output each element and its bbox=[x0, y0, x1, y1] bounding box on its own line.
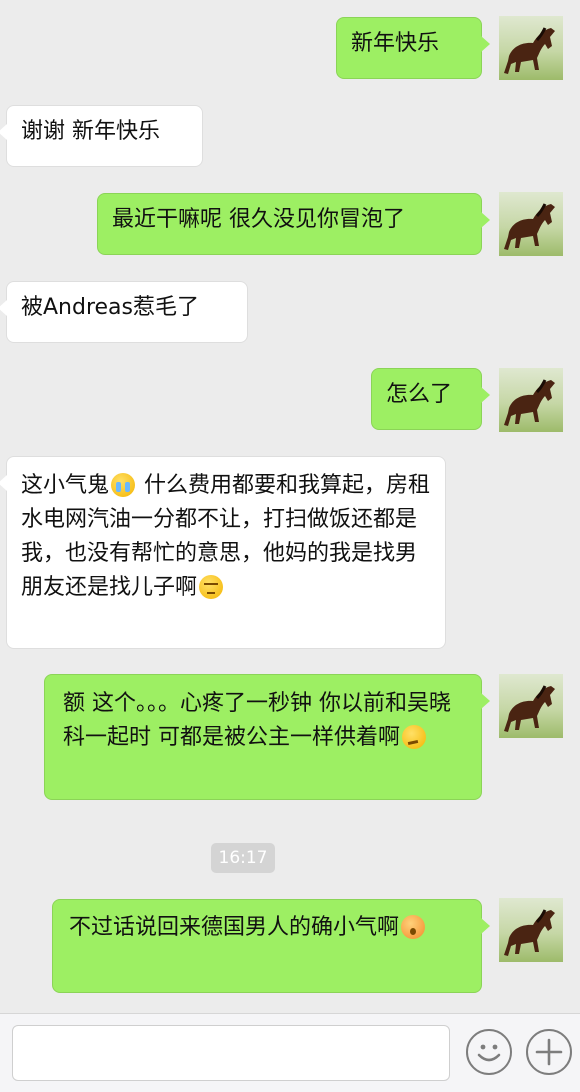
message-text: 怎么了 bbox=[386, 382, 453, 407]
message-text: 额 这个。。。心疼了一秒钟 你以前和吴晓科一起时 可都是被公主一样供着啊 bbox=[63, 691, 451, 750]
message-bubble-received[interactable]: 这小气鬼 什么费用都要和我算起，房租水电网汽油一分都不让，打扫做饭还都是我，也没… bbox=[0, 456, 446, 649]
message-bubble-sent[interactable]: 新年快乐 bbox=[336, 17, 490, 79]
message-input-bar bbox=[0, 1013, 580, 1092]
message-text: 最近干嘛呢 很久没见你冒泡了 bbox=[112, 207, 405, 232]
crying-face-icon bbox=[111, 473, 136, 497]
message-input[interactable] bbox=[12, 1025, 450, 1081]
smiley-icon bbox=[477, 1044, 501, 1062]
thinking-face-icon bbox=[402, 725, 426, 749]
avatar[interactable] bbox=[499, 898, 563, 962]
horse-avatar-icon bbox=[504, 685, 555, 732]
emoji-button[interactable] bbox=[466, 1029, 512, 1075]
message-bubble-sent[interactable]: 怎么了 bbox=[371, 368, 490, 430]
message-bubble-received[interactable]: 被Andreas惹毛了 bbox=[0, 281, 248, 343]
avatar[interactable] bbox=[499, 674, 563, 738]
avatar[interactable] bbox=[499, 192, 563, 256]
more-options-button[interactable] bbox=[526, 1029, 572, 1075]
message-text: 不过话说回来德国男人的确小气啊 bbox=[69, 915, 400, 940]
message-text: 被Andreas惹毛了 bbox=[21, 295, 199, 320]
chat-timestamp: 16:17 bbox=[211, 843, 275, 873]
horse-avatar-icon bbox=[504, 909, 555, 956]
message-bubble-sent[interactable]: 不过话说回来德国男人的确小气啊 bbox=[52, 899, 490, 993]
avatar[interactable] bbox=[499, 368, 563, 432]
message-text: 这小气鬼 bbox=[21, 473, 110, 498]
astonished-face-icon bbox=[401, 915, 426, 939]
message-bubble-received[interactable]: 谢谢 新年快乐 bbox=[0, 105, 203, 167]
horse-avatar-icon bbox=[504, 379, 555, 426]
unamused-face-icon bbox=[199, 575, 224, 599]
message-text: 谢谢 新年快乐 bbox=[21, 119, 160, 144]
horse-avatar-icon bbox=[504, 27, 555, 74]
message-text: 新年快乐 bbox=[351, 31, 440, 56]
horse-avatar-icon bbox=[504, 203, 555, 250]
avatar[interactable] bbox=[499, 16, 563, 80]
message-bubble-sent[interactable]: 最近干嘛呢 很久没见你冒泡了 bbox=[97, 193, 490, 255]
message-bubble-sent[interactable]: 额 这个。。。心疼了一秒钟 你以前和吴晓科一起时 可都是被公主一样供着啊 bbox=[44, 674, 490, 800]
plus-icon bbox=[535, 1038, 563, 1066]
